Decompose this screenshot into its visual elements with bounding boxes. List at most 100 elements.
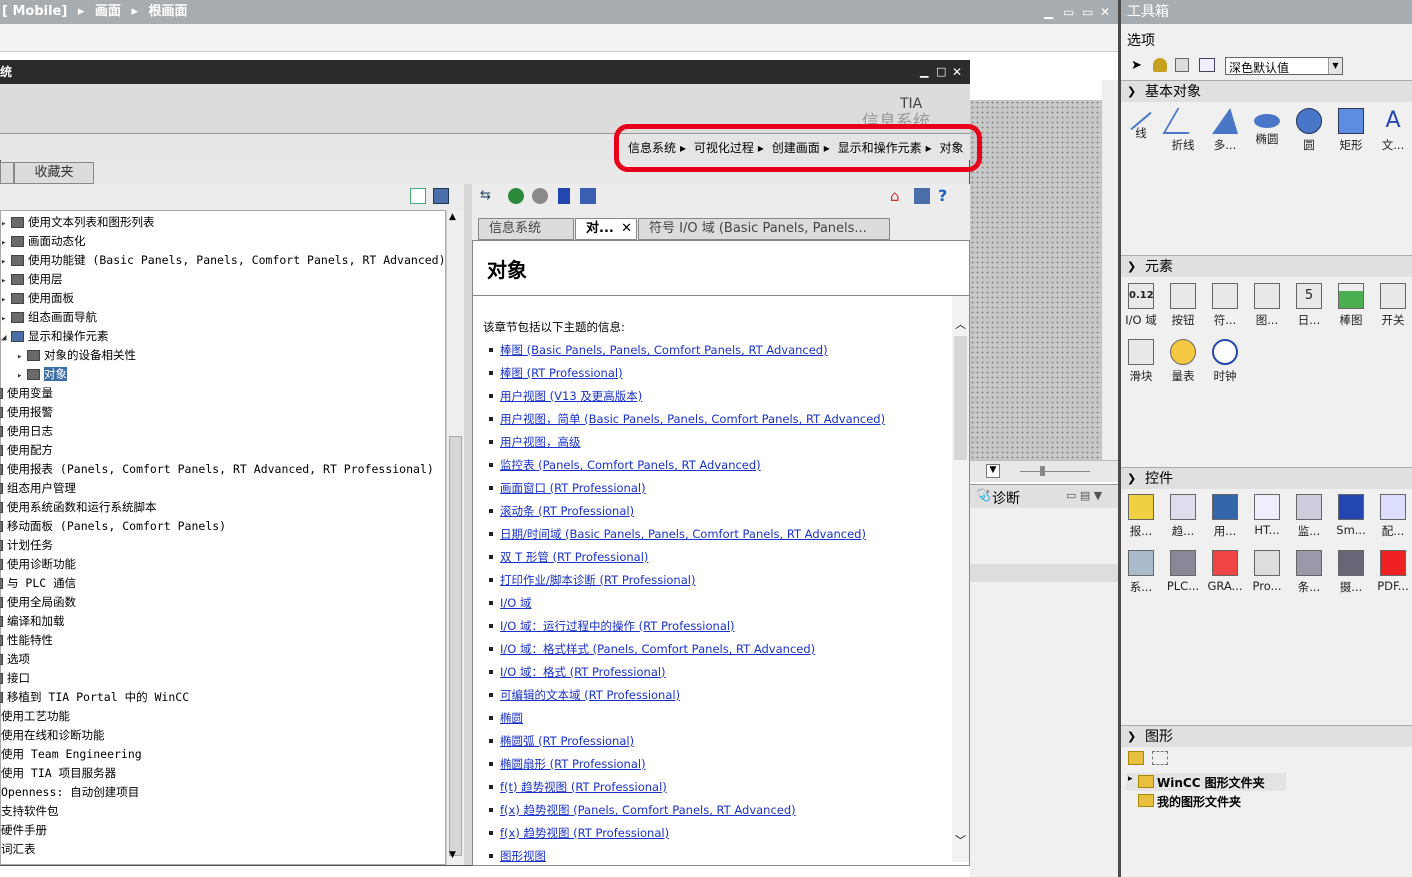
toolbox-item-controls[interactable]: 用... — [1205, 494, 1245, 539]
user-icon[interactable] — [1153, 58, 1167, 72]
toolbox-item-elements[interactable]: 5 日... — [1289, 283, 1329, 328]
forward-icon[interactable] — [532, 188, 548, 204]
topic-link[interactable]: f(x) 趋势视图 (Panels, Comfort Panels, RT Ad… — [500, 803, 796, 817]
close-icon[interactable]: ✕ — [952, 60, 962, 84]
tree-item[interactable]: 接口 — [0, 669, 445, 688]
topic-link[interactable]: 可编辑的文本域 (RT Professional) — [500, 688, 680, 702]
minimize-icon[interactable]: ▁ — [920, 60, 928, 84]
tree-item[interactable]: ▸ 对象的设备相关性 — [1, 346, 445, 365]
topic-link[interactable]: 监控表 (Panels, Comfort Panels, RT Advanced… — [500, 458, 761, 472]
print-icon[interactable] — [433, 188, 449, 204]
topic-link[interactable]: I/O 域：格式 (RT Professional) — [500, 665, 666, 679]
tree-item[interactable]: 组态用户管理 — [0, 479, 445, 498]
tab-contents[interactable] — [0, 162, 14, 184]
tree-item[interactable]: 词汇表 — [1, 840, 445, 859]
toolbox-item-controls[interactable]: 系... — [1121, 550, 1161, 595]
tree-item[interactable]: ▸ 画面动态化 — [1, 232, 445, 251]
tree-item[interactable]: 硬件手册 — [1, 821, 445, 840]
topic-link[interactable]: I/O 域 — [500, 596, 531, 610]
toolbox-item-basic[interactable]: 线 — [1121, 108, 1161, 141]
toolbox-item-elements[interactable]: 0.12 I/O 域 — [1121, 283, 1161, 328]
pane-splitter[interactable] — [464, 184, 472, 865]
tree-item[interactable]: 使用在线和诊断功能 — [1, 726, 445, 745]
toolbox-item-elements[interactable]: 时钟 — [1205, 339, 1245, 384]
toolbox-item-elements[interactable]: 量表 — [1163, 339, 1203, 384]
topic-link[interactable]: 棒图 (RT Professional) — [500, 366, 623, 380]
back-icon[interactable] — [508, 188, 524, 204]
graphics-folder-wincc[interactable]: ▸ WinCC 图形文件夹 — [1126, 773, 1286, 791]
sync-toc-icon[interactable]: ⇆ — [480, 188, 491, 203]
toolbox-item-controls[interactable]: Sm... — [1331, 494, 1371, 537]
topic-link[interactable]: f(x) 趋势视图 (RT Professional) — [500, 826, 669, 840]
section-elements[interactable]: ❯ 元素 — [1121, 255, 1412, 277]
dropdown-arrow-icon[interactable]: ▼ — [986, 464, 1000, 478]
topic-link[interactable]: 画面窗口 (RT Professional) — [500, 481, 646, 495]
chevron-down-icon[interactable]: ❯ — [1127, 256, 1136, 278]
remove-folder-icon[interactable] — [1152, 751, 1168, 765]
toolbox-item-basic[interactable]: 椭圆 — [1247, 108, 1287, 147]
topic-link[interactable]: I/O 域：运行过程中的操作 (RT Professional) — [500, 619, 735, 633]
tree-item[interactable]: 使用配方 — [0, 441, 445, 460]
toolbox-item-basic[interactable]: 圆 — [1289, 108, 1329, 153]
toolbox-item-elements[interactable]: 开关 — [1373, 283, 1412, 328]
home-icon[interactable]: ⌂ — [890, 187, 900, 205]
toolbox-item-controls[interactable]: HT... — [1247, 494, 1287, 537]
tree-scrollbar[interactable]: ▲ ▼ — [446, 210, 464, 865]
toolbox-item-basic[interactable]: 矩形 — [1331, 108, 1371, 153]
topic-link[interactable]: 滚动条 (RT Professional) — [500, 504, 634, 518]
toolbox-item-elements[interactable]: 棒图 — [1331, 283, 1371, 328]
layout-icon[interactable] — [1175, 58, 1189, 72]
topic-link[interactable]: 用户视图，简单 (Basic Panels, Panels, Comfort P… — [500, 412, 885, 426]
toolbox-item-controls[interactable]: PLC... — [1163, 550, 1203, 593]
scroll-up-icon[interactable]: ▲ — [449, 212, 456, 222]
tree-item[interactable]: 与 PLC 通信 — [0, 574, 445, 593]
tree-item[interactable]: 使用变量 — [0, 384, 445, 403]
tree-item[interactable]: ◢ 显示和操作元素 — [1, 327, 445, 346]
pointer-icon[interactable]: ➤ — [1131, 58, 1142, 73]
tab-favorites[interactable]: 收藏夹 — [14, 162, 94, 184]
tree-item[interactable]: 支持软件包 — [1, 802, 445, 821]
topic-link[interactable]: 椭圆扇形 (RT Professional) — [500, 757, 646, 771]
toolbox-item-controls[interactable]: 摄... — [1331, 550, 1371, 595]
tree-item[interactable]: 使用 TIA 项目服务器 — [1, 764, 445, 783]
panel-float-icon[interactable]: ▭ ▤ ▼ — [1066, 489, 1102, 502]
toolbox-item-controls[interactable]: 配... — [1373, 494, 1412, 539]
tree-item[interactable]: 使用系统函数和运行系统脚本 — [0, 498, 445, 517]
toolbox-item-basic[interactable]: A 文... — [1373, 108, 1412, 153]
section-basic-objects[interactable]: ❯ 基本对象 — [1121, 80, 1412, 102]
diagnostics-panel-header[interactable]: 🩺 诊断 ▭ ▤ ▼ — [970, 484, 1118, 508]
topic-link[interactable]: 日期/时间域 (Basic Panels, Panels, Comfort Pa… — [500, 527, 866, 541]
topic-link[interactable]: 打印作业/脚本诊断 (RT Professional) — [500, 573, 695, 587]
tree-item[interactable]: 使用诊断功能 — [0, 555, 445, 574]
help-icon[interactable]: ? — [938, 186, 947, 205]
zoom-slider[interactable] — [1020, 471, 1090, 472]
new-folder-icon[interactable] — [1128, 751, 1144, 765]
screen-canvas[interactable] — [970, 80, 1102, 460]
topic-link[interactable]: f(t) 趋势视图 (RT Professional) — [500, 780, 667, 794]
maximize-icon[interactable]: □ — [936, 60, 946, 84]
topic-link[interactable]: I/O 域：格式样式 (Panels, Comfort Panels, RT A… — [500, 642, 815, 656]
chevron-down-icon[interactable]: ❯ — [1127, 726, 1136, 748]
toolbox-item-basic[interactable]: 折线 — [1162, 108, 1204, 153]
zoom-slider-handle[interactable] — [1040, 466, 1045, 476]
topic-link[interactable]: 用户视图，高级 — [500, 435, 581, 449]
tree-item[interactable]: ▸ 对象 — [1, 365, 445, 384]
section-controls[interactable]: ❯ 控件 — [1121, 467, 1412, 489]
toolbox-item-controls[interactable]: 监... — [1289, 494, 1329, 539]
topic-link[interactable]: 椭圆 — [500, 711, 523, 725]
tree-item[interactable]: 计划任务 — [0, 536, 445, 555]
tree-item[interactable]: ▸ 使用面板 — [1, 289, 445, 308]
tab-information-system[interactable]: 信息系统 — [478, 218, 574, 240]
scroll-down-icon[interactable]: ▼ — [449, 850, 456, 860]
print-icon[interactable] — [914, 188, 930, 204]
tree-item[interactable]: ▸ 使用层 — [1, 270, 445, 289]
tree-item[interactable]: 编译和加载 — [0, 612, 445, 631]
topic-link[interactable]: 图形视图 — [500, 849, 546, 863]
list-view-icon[interactable] — [1199, 58, 1215, 72]
tab-symbolic-io-field[interactable]: 符号 I/O 域 (Basic Panels, Panels... — [638, 218, 890, 240]
chevron-down-icon[interactable]: ▼ — [1328, 58, 1342, 74]
tree-item[interactable]: 性能特性 — [0, 631, 445, 650]
close-icon[interactable]: ✕ — [1100, 0, 1110, 24]
tree-item[interactable]: 使用全局函数 — [0, 593, 445, 612]
toolbox-item-controls[interactable]: 报... — [1121, 494, 1161, 539]
